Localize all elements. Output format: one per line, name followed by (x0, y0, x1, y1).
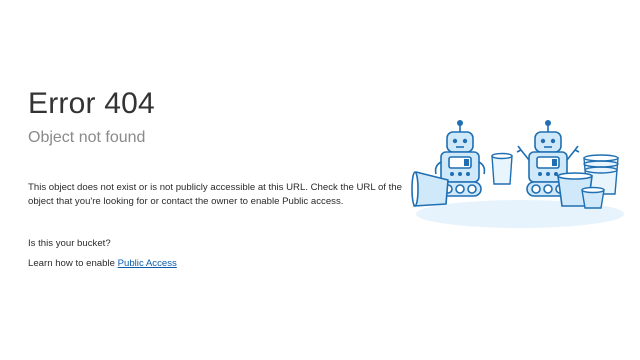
page-title: Error 404 (28, 87, 155, 120)
error-content: Error 404 Object not found This object d… (28, 86, 408, 271)
error-message: This object does not exist or is not pub… (28, 182, 402, 207)
bucket-question: Is this your bucket? (28, 238, 111, 249)
robots-with-buckets-illustration (411, 120, 624, 228)
page-subtitle: Object not found (28, 129, 146, 146)
learn-line: Learn how to enable Public Access (28, 257, 408, 271)
public-access-link[interactable]: Public Access (118, 258, 177, 269)
bucket-small (581, 186, 605, 209)
error-page: Error 404 Object not found This object d… (0, 0, 640, 360)
bucket-back (491, 152, 513, 185)
learn-prefix: Learn how to enable (28, 258, 118, 269)
